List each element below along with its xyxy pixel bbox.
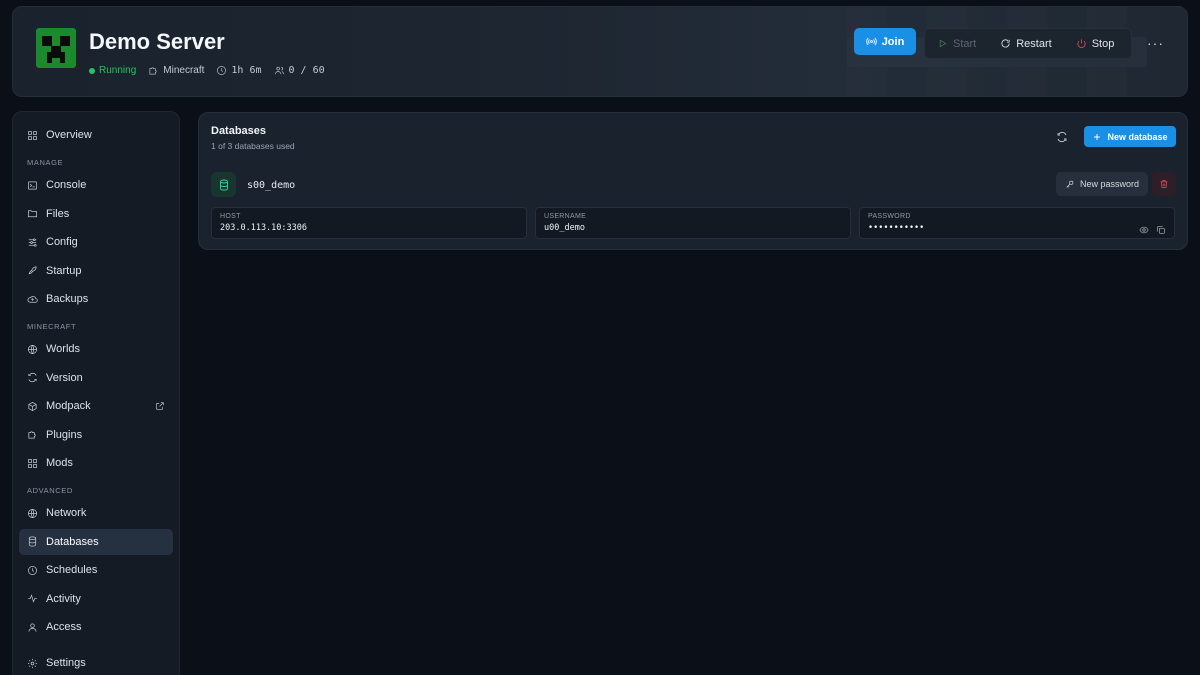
copy-icon[interactable] (1156, 225, 1166, 235)
power-controls: Start Restart Stop (924, 28, 1132, 59)
puzzle-icon (28, 431, 36, 439)
database-usage: 1 of 3 databases used (211, 141, 295, 151)
plus-icon (1094, 133, 1101, 140)
globe-icon (28, 344, 37, 354)
external-link-icon (156, 402, 164, 410)
package-icon (28, 401, 37, 411)
users-icon (274, 66, 284, 75)
host-field[interactable]: HOST 203.0.113.10:3306 (211, 207, 527, 239)
player-count: 0 / 60 (274, 65, 325, 76)
start-button[interactable]: Start (925, 29, 988, 58)
sidebar-item-modpack[interactable]: Modpack (19, 393, 173, 419)
sidebar: Overview MANAGE Console Files Config Sta… (12, 111, 180, 675)
network-globe-icon (28, 508, 37, 518)
section-advanced: ADVANCED (27, 485, 73, 495)
uptime: 1h 6m (216, 65, 262, 76)
new-database-button[interactable]: New database (1084, 126, 1176, 147)
status-badge: Running (89, 65, 136, 76)
sidebar-item-overview[interactable]: Overview (19, 122, 173, 148)
sidebar-item-settings[interactable]: Settings (19, 650, 173, 675)
password-field[interactable]: PASSWORD ••••••••••• (859, 207, 1175, 239)
stop-button[interactable]: Stop (1064, 29, 1127, 58)
server-header: Demo Server Running Minecraft 1h 6m 0 / … (12, 6, 1188, 97)
sidebar-item-network[interactable]: Network (19, 500, 173, 526)
power-icon (1077, 39, 1086, 48)
activity-icon (28, 594, 37, 603)
sidebar-item-startup[interactable]: Startup (19, 258, 173, 284)
sync-icon (28, 372, 37, 383)
sliders-icon (28, 237, 37, 247)
section-minecraft: MINECRAFT (27, 321, 77, 331)
grid-icon (28, 130, 37, 140)
server-meta: Running Minecraft 1h 6m 0 / 60 (89, 65, 325, 76)
terminal-icon (28, 180, 37, 190)
refresh-button[interactable] (1056, 130, 1070, 144)
username-field[interactable]: USERNAME u00_demo (535, 207, 851, 239)
sidebar-item-mods[interactable]: Mods (19, 450, 173, 476)
broadcast-icon (865, 37, 877, 46)
join-button[interactable]: Join (854, 28, 916, 55)
section-manage: MANAGE (27, 157, 64, 167)
restart-button[interactable]: Restart (988, 29, 1063, 58)
trash-icon (1160, 180, 1168, 188)
gear-icon (27, 658, 38, 668)
sidebar-item-console[interactable]: Console (19, 172, 173, 198)
clock-icon (217, 66, 227, 75)
status-dot-icon (89, 67, 95, 74)
play-icon (939, 39, 947, 48)
cloud-upload-icon (27, 295, 38, 303)
page-title: Demo Server (89, 29, 225, 54)
rocket-icon (28, 266, 37, 275)
clock-icon (28, 565, 37, 575)
database-icon (211, 172, 236, 197)
new-password-button[interactable]: New password (1056, 172, 1148, 196)
folder-icon (28, 210, 37, 218)
eye-icon[interactable] (1139, 225, 1149, 235)
server-logo-creeper-icon (36, 28, 76, 68)
database-icon (219, 179, 228, 190)
key-icon (1066, 180, 1074, 188)
sidebar-item-activity[interactable]: Activity (19, 586, 173, 612)
puzzle-icon (149, 67, 157, 75)
sidebar-item-access[interactable]: Access (19, 614, 173, 640)
database-name: s00_demo (247, 180, 296, 191)
database-icon (28, 536, 37, 547)
sidebar-item-files[interactable]: Files (19, 201, 173, 227)
sidebar-item-config[interactable]: Config (19, 229, 173, 255)
sidebar-item-backups[interactable]: Backups (19, 286, 173, 312)
sidebar-item-version[interactable]: Version (19, 365, 173, 391)
refresh-icon (1057, 131, 1067, 143)
sidebar-item-worlds[interactable]: Worlds (19, 336, 173, 362)
more-options-icon[interactable]: ··· (1147, 35, 1164, 51)
databases-panel: Databases 1 of 3 databases used New data… (198, 112, 1188, 250)
delete-database-button[interactable] (1152, 172, 1176, 196)
game-label: Minecraft (148, 65, 204, 76)
panel-title: Databases (211, 125, 267, 137)
sidebar-item-plugins[interactable]: Plugins (19, 422, 173, 448)
sidebar-item-databases[interactable]: Databases (19, 528, 173, 555)
sidebar-item-schedules[interactable]: Schedules (19, 557, 173, 583)
user-icon (28, 622, 37, 632)
refresh-icon (1001, 39, 1010, 48)
blocks-icon (28, 458, 37, 468)
